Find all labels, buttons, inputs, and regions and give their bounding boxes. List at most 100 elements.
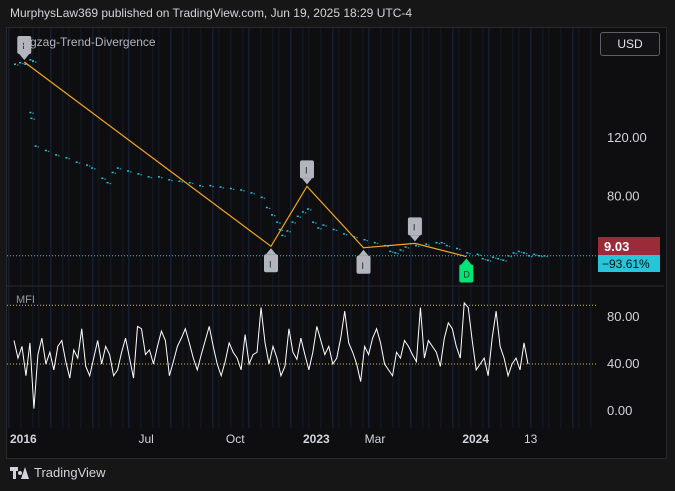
background-band <box>320 28 322 428</box>
background-band <box>350 28 352 428</box>
price-point <box>291 221 294 223</box>
zigzag-marker-tip <box>266 248 276 255</box>
price-point <box>111 171 114 174</box>
price-point <box>481 258 484 260</box>
background-band <box>152 28 154 428</box>
price-point <box>171 180 173 182</box>
background-band <box>122 28 124 428</box>
currency-button[interactable]: USD <box>600 32 660 56</box>
price-point <box>34 145 37 147</box>
price-point <box>322 224 325 226</box>
background-band <box>380 28 382 428</box>
mfi-tick-label: 80.00 <box>607 309 640 324</box>
mfi-line <box>13 301 529 409</box>
price-point <box>533 253 536 256</box>
background-band <box>500 28 502 428</box>
price-point <box>30 117 33 120</box>
price-point <box>281 229 284 231</box>
price-point <box>495 257 497 259</box>
zigzag-marker-label: I <box>305 165 308 175</box>
price-point <box>528 255 530 257</box>
price-point <box>68 158 70 160</box>
price-point <box>222 187 225 189</box>
price-point <box>497 258 500 260</box>
price-point <box>520 251 523 253</box>
price-point <box>306 208 309 210</box>
price-point <box>459 248 461 250</box>
price-point <box>178 180 181 182</box>
price-point <box>274 215 276 217</box>
background-band <box>212 28 214 428</box>
background-band <box>368 28 370 428</box>
price-tick-label: 120.00 <box>607 130 647 145</box>
price-point <box>466 252 469 254</box>
price-point <box>106 181 109 184</box>
zigzag-marker-label: I <box>269 259 272 269</box>
background-band <box>530 28 532 428</box>
price-point <box>366 239 369 242</box>
tradingview-logo-icon <box>10 466 29 479</box>
price-point <box>489 260 492 262</box>
price-point <box>389 250 392 253</box>
background-band <box>38 28 40 428</box>
price-point <box>332 228 335 231</box>
footer: TradingView <box>10 465 106 480</box>
background-band <box>188 28 190 428</box>
price-point <box>109 182 112 185</box>
price-point <box>37 146 40 148</box>
price-point <box>294 222 297 224</box>
background-band <box>572 28 574 428</box>
price-point <box>85 164 88 166</box>
price-point <box>265 206 268 209</box>
indicator-title: Zigzag-Trend-Divergence <box>20 35 156 49</box>
price-point <box>29 59 32 61</box>
price-point <box>414 244 417 247</box>
price-point <box>445 244 448 247</box>
price-point <box>510 256 512 258</box>
mfi-title: MFI <box>16 294 35 306</box>
price-point <box>191 182 194 185</box>
price-point <box>212 185 214 188</box>
zigzag-line <box>23 61 467 258</box>
background-band <box>422 28 424 428</box>
price-point <box>428 244 430 246</box>
price-point <box>541 256 543 258</box>
price-point <box>55 154 58 156</box>
x-tick-label: 13 <box>524 432 538 446</box>
background-band <box>590 28 592 428</box>
price-point <box>130 171 132 173</box>
x-tick-label: Oct <box>226 432 245 446</box>
price-point <box>492 256 495 259</box>
background-band <box>242 28 244 428</box>
background-band <box>548 28 550 428</box>
price-point <box>304 212 307 214</box>
price-point <box>22 63 24 65</box>
background-band <box>248 28 250 428</box>
price-point <box>219 186 222 188</box>
zigzag-marker-tip <box>461 258 472 265</box>
background-band <box>158 28 160 428</box>
price-point <box>515 253 518 255</box>
price-point <box>438 242 440 245</box>
price-point <box>286 230 289 232</box>
background-band <box>560 28 562 428</box>
price-point <box>484 259 487 261</box>
price-point <box>407 247 410 249</box>
price-point <box>199 184 202 187</box>
mfi-tick-label: 40.00 <box>607 356 640 371</box>
price-point <box>469 253 471 255</box>
price-point <box>356 237 358 239</box>
price-point <box>376 242 379 245</box>
price-point <box>31 60 34 63</box>
price-point <box>253 193 255 195</box>
price-point <box>536 254 538 256</box>
price-point <box>137 173 140 175</box>
price-point <box>299 216 302 218</box>
price-point <box>345 234 348 236</box>
price-point <box>17 64 19 66</box>
price-point <box>91 167 94 169</box>
background-band <box>182 28 184 428</box>
price-point <box>281 234 284 237</box>
price-point <box>392 251 394 253</box>
background-band <box>62 28 64 428</box>
